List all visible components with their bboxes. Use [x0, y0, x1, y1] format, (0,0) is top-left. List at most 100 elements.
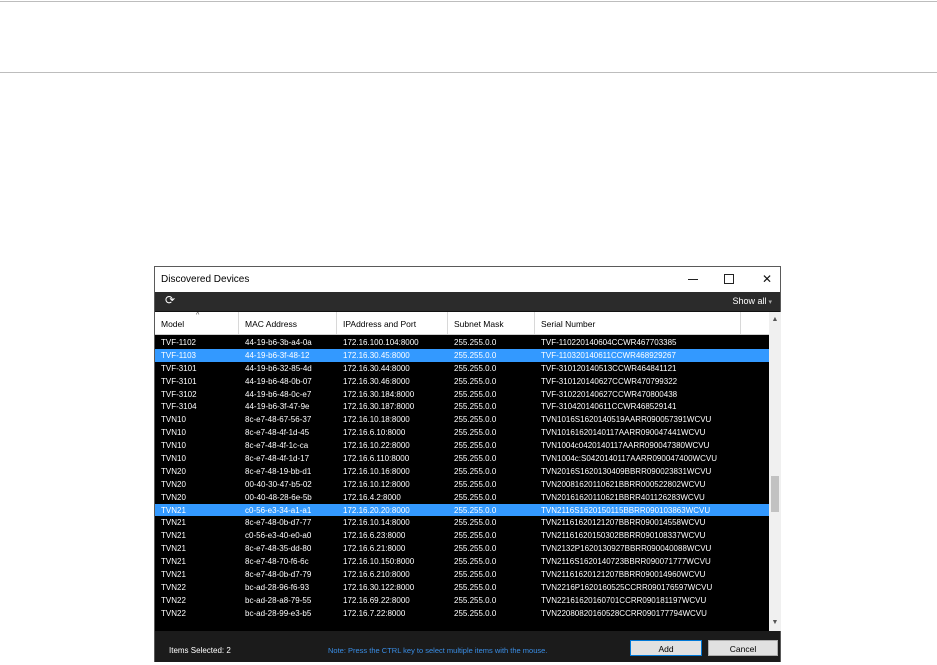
table-cell: TVF-310120140627CCWR470799322 [541, 376, 678, 386]
table-row[interactable]: TVN10 8c-e7-48-67-56-37 172.16.10.18:8000 2… [155, 413, 769, 426]
window-title: Discovered Devices [161, 274, 250, 285]
table-cell: 255.255.0.0 [454, 363, 497, 373]
refresh-icon[interactable]: ⟳ [165, 293, 175, 307]
table-body: TVF-1102 44-19-b6-3b-a4-0a 172.16.100.104:… [155, 336, 769, 620]
scroll-up-icon[interactable]: ▲ [769, 314, 781, 326]
table-cell: 172.16.10.150:8000 [343, 557, 415, 567]
cancel-button[interactable]: Cancel [708, 640, 778, 656]
document-top-rule [0, 1, 937, 2]
table-row[interactable]: TVN22 bc-ad-28-a8-79-55 172.16.69.22:8000 2… [155, 594, 769, 607]
table-cell: 255.255.0.0 [454, 608, 497, 618]
table-cell: 44-19-b6-3f-48-12 [245, 350, 310, 360]
table-row[interactable]: TVN21 c0-56-e3-34-a1-a1 172.16.20.20:8000 2… [155, 503, 769, 517]
table-cell: 8c-e7-48-67-56-37 [245, 415, 312, 425]
table-cell: TVN20 [161, 479, 186, 489]
table-cell: 8c-e7-48-0b-d7-79 [245, 570, 312, 580]
vertical-scrollbar[interactable]: ▲ ▼ [769, 312, 781, 631]
table-cell: TVN2216P1620160525CCRR090176597WCVU [541, 582, 713, 592]
table-cell: TVF-110220140604CCWR467703385 [541, 338, 677, 347]
minimize-button[interactable] [685, 271, 701, 287]
table-row[interactable]: TVF-3101 44-19-b6-48-0b-07 172.16.30.46:80… [155, 375, 769, 388]
table-row[interactable]: TVF-3101 44-19-b6-32-85-4d 172.16.30.44:80… [155, 362, 769, 375]
table-cell: 172.16.7.22:8000 [343, 608, 406, 618]
maximize-button[interactable] [721, 271, 737, 287]
column-header-mac[interactable]: MAC Address [239, 312, 337, 334]
table-cell: TVN21161620121207BBRR090014558WCVU [541, 518, 706, 528]
table-cell: 172.16.10.14:8000 [343, 518, 410, 528]
table-row[interactable]: TVN10 8c-e7-48-4f-1d-17 172.16.6.110:8000 2… [155, 452, 769, 465]
table-row[interactable]: TVF-1103 44-19-b6-3f-48-12 172.16.30.45:80… [155, 348, 769, 362]
table-row[interactable]: TVN21 8c-e7-48-0b-d7-77 172.16.10.14:8000 2… [155, 516, 769, 529]
table-cell: c0-56-e3-40-e0-a0 [245, 531, 312, 541]
table-cell: TVN20 [161, 492, 186, 502]
table-cell: TVN20161620110621BBRR401126283WCVU [541, 492, 705, 502]
table-cell: TVF-310420140611CCWR468529141 [541, 402, 677, 412]
table-cell: 255.255.0.0 [454, 570, 497, 580]
add-button[interactable]: Add [630, 640, 702, 656]
table-cell: 172.16.69.22:8000 [343, 595, 410, 605]
table-cell: TVF-3104 [161, 402, 197, 412]
table-cell: 172.16.30.122:8000 [343, 582, 415, 592]
document-divider [0, 72, 937, 73]
table-row[interactable]: TVF-3104 44-19-b6-3f-47-9e 172.16.30.187:8… [155, 400, 769, 413]
table-cell: TVN1004c:S0420140117AARR090047400WCVU [541, 454, 717, 464]
close-button[interactable]: ✕ [759, 271, 775, 287]
title-bar: Discovered Devices ✕ [155, 267, 780, 292]
column-header-subnet[interactable]: Subnet Mask [448, 312, 535, 334]
table-cell: 8c-e7-48-70-f6-6c [245, 557, 309, 567]
table-cell: 8c-e7-48-4f-1c-ca [245, 441, 309, 451]
table-row[interactable]: TVF-3102 44-19-b6-48-0c-e7 172.16.30.184:8… [155, 388, 769, 401]
table-cell: TVF-1102 [161, 338, 196, 347]
table-row[interactable]: TVN21 8c-e7-48-70-f6-6c 172.16.10.150:8000… [155, 555, 769, 568]
table-cell: TVF-310120140513CCWR464841121 [541, 363, 677, 373]
table-row[interactable]: TVN20 8c-e7-48-19-bb-d1 172.16.10.16:8000 2… [155, 465, 769, 478]
table-cell: 172.16.20.20:8000 [343, 505, 410, 515]
table-cell: 172.16.6.210:8000 [343, 570, 410, 580]
table-cell: TVN21161620150302BBRR090108337WCVU [541, 531, 706, 541]
table-cell: TVN22 [161, 582, 186, 592]
toolbar: ⟳ Show all ▾ [155, 292, 780, 312]
table-cell: 44-19-b6-3b-a4-0a [245, 338, 312, 347]
table-row[interactable]: TVF-1102 44-19-b6-3b-a4-0a 172.16.100.104:… [155, 336, 769, 349]
table-cell: TVF-3101 [161, 376, 197, 386]
table-cell: 255.255.0.0 [454, 338, 497, 347]
scrollbar-thumb[interactable] [771, 476, 779, 512]
table-cell: 172.16.30.187:8000 [343, 402, 415, 412]
table-cell: TVF-1103 [161, 350, 196, 360]
table-row[interactable]: TVN21 8c-e7-48-0b-d7-79 172.16.6.210:8000 2… [155, 568, 769, 581]
table-cell: TVN21 [161, 544, 186, 554]
table-row[interactable]: TVN10 8c-e7-48-4f-1d-45 172.16.6.10:8000 25… [155, 426, 769, 439]
table-row[interactable]: TVN21 c0-56-e3-40-e0-a0 172.16.6.23:8000 25… [155, 529, 769, 542]
table-header: Model ^ MAC Address IPAddress and Port Su… [155, 312, 769, 335]
table-cell: 172.16.4.2:8000 [343, 492, 401, 502]
show-all-dropdown[interactable]: Show all ▾ [732, 296, 772, 306]
column-header-serial[interactable]: Serial Number [535, 312, 741, 334]
table-row[interactable]: TVN20 00-40-48-28-6e-5b 172.16.4.2:8000 255… [155, 491, 769, 504]
table-cell: 172.16.6.10:8000 [343, 428, 406, 438]
table-cell: TVN10 [161, 428, 186, 438]
table-row[interactable]: TVN21 8c-e7-48-35-dd-80 172.16.6.21:8000 25… [155, 542, 769, 555]
table-cell: 172.16.10.16:8000 [343, 466, 410, 476]
scroll-down-icon[interactable]: ▼ [769, 617, 781, 629]
table-cell: 255.255.0.0 [454, 441, 497, 451]
table-cell: 255.255.0.0 [454, 479, 497, 489]
table-cell: 44-19-b6-48-0b-07 [245, 376, 312, 386]
table-row[interactable]: TVN22 bc-ad-28-99-e3-b5 172.16.7.22:8000 25… [155, 607, 769, 620]
column-header-model[interactable]: Model ^ [155, 312, 239, 334]
table-cell: 255.255.0.0 [454, 582, 497, 592]
table-cell: c0-56-e3-34-a1-a1 [245, 505, 312, 515]
table-cell: 255.255.0.0 [454, 428, 497, 438]
table-row[interactable]: TVN10 8c-e7-48-4f-1c-ca 172.16.10.22:8000 2… [155, 439, 769, 452]
table-cell: TVN20081620110621BBRR000522802WCVU [541, 479, 706, 489]
devices-table: Model ^ MAC Address IPAddress and Port Su… [155, 312, 769, 631]
table-cell: TVF-3101 [161, 363, 197, 373]
table-cell: 172.16.30.46:8000 [343, 376, 410, 386]
table-cell: 255.255.0.0 [454, 544, 497, 554]
column-header-ip[interactable]: IPAddress and Port [337, 312, 448, 334]
table-cell: TVN2116S1620150115BBRR090103863WCVU [541, 505, 711, 515]
table-cell: 172.16.100.104:8000 [343, 338, 419, 347]
table-cell: 255.255.0.0 [454, 454, 497, 464]
table-row[interactable]: TVN20 00-40-30-47-b5-02 172.16.10.12:8000 2… [155, 478, 769, 491]
table-cell: bc-ad-28-99-e3-b5 [245, 608, 312, 618]
table-row[interactable]: TVN22 bc-ad-28-96-f6-93 172.16.30.122:8000… [155, 581, 769, 594]
